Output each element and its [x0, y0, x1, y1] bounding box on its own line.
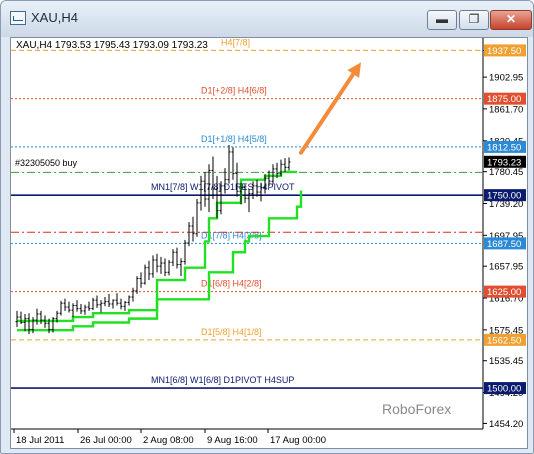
ohlc-bar	[99, 300, 103, 313]
ohlc-bar	[151, 255, 155, 278]
trailing-stop-line	[17, 190, 303, 332]
close-icon: ✕	[505, 12, 517, 26]
ohlc-bar	[115, 293, 119, 306]
minimize-icon: ▬	[436, 12, 448, 26]
ohlc-bar	[59, 300, 63, 316]
ohlc-bar	[107, 293, 111, 308]
ohlc-bar	[119, 298, 123, 310]
ohlc-bar	[163, 258, 167, 277]
ohlc-bar	[147, 260, 151, 281]
price-tick-label: 1657.95	[489, 262, 523, 273]
title-bar[interactable]: XAU,H4 ▬ ❐ ✕	[1, 1, 533, 37]
price-badge-label: 1937.50	[487, 46, 521, 57]
level-label: H4[7/8]	[221, 38, 250, 47]
time-tick-label: 26 Jul 00:00	[80, 435, 132, 446]
trade-label: #32305050 buy	[15, 158, 78, 168]
price-tick-label: 1861.70	[489, 104, 523, 115]
chart-area[interactable]: 1937.351902.951861.701820.451780.451739.…	[10, 37, 528, 449]
price-badge-label: 1812.50	[487, 142, 521, 153]
ohlc-bar	[247, 188, 251, 213]
ohlc-bar	[227, 144, 231, 184]
window-title: XAU,H4	[31, 10, 78, 25]
trailing-stop-line	[17, 170, 297, 323]
ohlc-header: XAU,H4 1793.53 1795.43 1793.09 1793.23	[16, 40, 208, 51]
watermark: RoboForex	[382, 401, 451, 417]
ohlc-bar	[23, 313, 27, 331]
ohlc-bar	[211, 156, 215, 199]
ohlc-bar	[167, 259, 171, 276]
ohlc-bar	[35, 308, 39, 325]
ohlc-bar	[87, 301, 91, 311]
ohlc-bar	[19, 311, 23, 325]
ohlc-bar	[283, 158, 287, 172]
price-badge-label: 1562.50	[487, 335, 521, 346]
time-tick-label: 17 Aug 00:00	[270, 435, 326, 446]
ohlc-bar	[231, 147, 235, 180]
price-chart[interactable]: 1937.351902.951861.701820.451780.451739.…	[11, 37, 527, 448]
ohlc-bar	[123, 300, 127, 311]
chart-window: XAU,H4 ▬ ❐ ✕ 1937.351902.951861.701820.4…	[0, 0, 534, 454]
ohlc-bar	[71, 303, 75, 318]
ohlc-bar	[171, 249, 175, 267]
ohlc-bar	[199, 175, 203, 211]
ohlc-bar	[131, 287, 135, 302]
price-tick-label: 1535.45	[489, 356, 523, 367]
ohlc-bar	[159, 256, 163, 274]
ohlc-bar	[143, 264, 147, 285]
price-tick-label: 1780.45	[489, 167, 523, 178]
chart-icon	[10, 11, 26, 25]
ohlc-bar	[287, 157, 291, 171]
ohlc-bar	[155, 253, 159, 273]
ohlc-bar	[139, 272, 143, 288]
forecast-arrow	[299, 72, 356, 155]
price-tick-label: 1454.20	[489, 419, 523, 430]
minimize-button[interactable]: ▬	[427, 10, 457, 30]
restore-button[interactable]: ❐	[459, 10, 489, 30]
ohlc-bar	[103, 297, 107, 307]
close-button[interactable]: ✕	[490, 10, 532, 30]
price-tick-label: 1902.95	[489, 73, 523, 84]
level-label: D1[5/8] H4[1/8]	[201, 327, 262, 337]
ohlc-bar	[135, 276, 139, 294]
ohlc-bar	[175, 247, 179, 269]
time-tick-label: 18 Jul 2011	[16, 435, 64, 446]
ohlc-bar	[91, 297, 95, 311]
ohlc-bar	[75, 300, 79, 312]
ohlc-bar	[179, 258, 183, 277]
level-label: D1[+2/8] H4[6/8]	[201, 86, 267, 96]
ohlc-bar	[195, 198, 199, 237]
price-badge-label: 1687.50	[487, 239, 521, 250]
time-tick-label: 2 Aug 08:00	[143, 435, 194, 446]
ohlc-bar	[15, 310, 19, 328]
level-label: D1[+1/8] H4[5/8]	[201, 134, 267, 144]
price-badge-label: 1875.00	[487, 94, 521, 105]
ohlc-bar	[83, 304, 87, 315]
level-label: MN1[6/8] W1[6/8] D1PIVOT H4SUP	[151, 375, 294, 385]
price-badge-label: 1500.00	[487, 384, 521, 395]
price-badge-label: 1625.00	[487, 287, 521, 298]
time-tick-label: 9 Aug 16:00	[207, 435, 258, 446]
ohlc-bar	[95, 295, 99, 308]
price-badge-label: 1750.00	[487, 191, 521, 202]
ohlc-bar	[191, 216, 195, 242]
current-price-label: 1793.23	[487, 157, 521, 168]
ohlc-bar	[111, 299, 115, 309]
ohlc-bar	[67, 301, 71, 313]
ohlc-bar	[63, 298, 67, 311]
restore-icon: ❐	[468, 12, 480, 26]
ohlc-bar	[187, 222, 191, 247]
ohlc-bar	[127, 295, 131, 306]
ohlc-bar	[79, 303, 83, 314]
